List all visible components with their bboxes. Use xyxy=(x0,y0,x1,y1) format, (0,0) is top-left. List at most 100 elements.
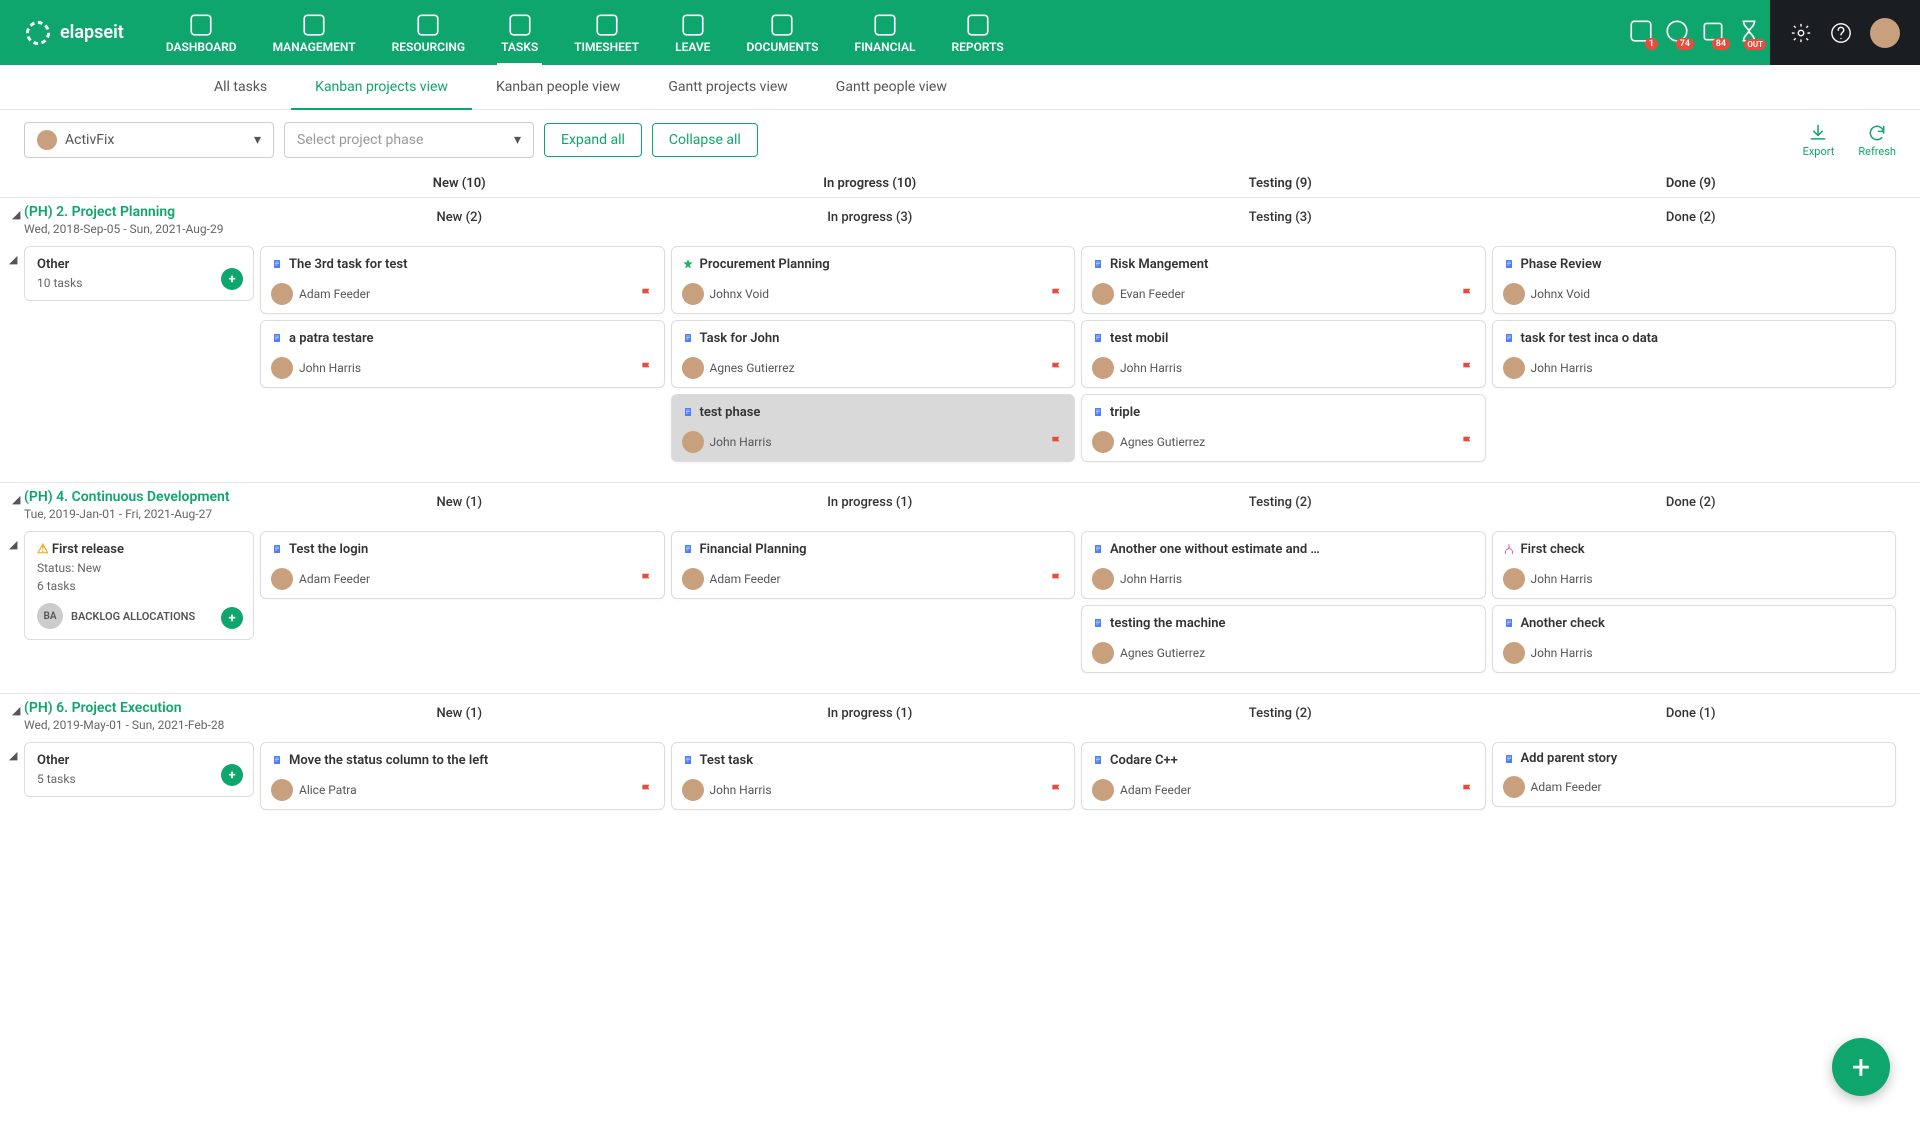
side-sub: 6 tasks xyxy=(37,579,241,593)
nav-icon xyxy=(301,12,327,38)
collapse-toggle[interactable]: ◢ xyxy=(12,493,20,506)
doc-icon xyxy=(1503,332,1515,344)
task-card[interactable]: task for test inca o dataJohn Harris xyxy=(1492,320,1897,388)
task-card[interactable]: tripleAgnes Gutierrez xyxy=(1081,394,1486,462)
nav-management[interactable]: MANAGEMENT xyxy=(255,0,374,65)
task-card[interactable]: Test the loginAdam Feeder xyxy=(260,531,665,599)
collapse-all-button[interactable]: Collapse all xyxy=(652,123,758,157)
task-card[interactable]: testing the machineAgnes Gutierrez xyxy=(1081,605,1486,673)
task-card[interactable]: Codare C++Adam Feeder xyxy=(1081,742,1486,810)
column: Test taskJohn Harris xyxy=(671,742,1076,810)
flag-icon xyxy=(1461,435,1475,449)
assignee-avatar xyxy=(682,431,704,453)
status-icon-3[interactable]: 84 xyxy=(1700,18,1726,48)
doc-icon xyxy=(1092,543,1104,555)
doc-icon xyxy=(1092,406,1104,418)
nav-resourcing[interactable]: RESOURCING xyxy=(374,0,483,65)
collapse-toggle[interactable]: ◢ xyxy=(12,208,20,221)
collapse-toggle[interactable]: ◢ xyxy=(12,704,20,717)
task-card[interactable]: Financial PlanningAdam Feeder xyxy=(671,531,1076,599)
task-card[interactable]: First checkJohn Harris xyxy=(1492,531,1897,599)
task-card[interactable]: Phase ReviewJohnx Void xyxy=(1492,246,1897,314)
task-card[interactable]: a patra testareJohn Harris xyxy=(260,320,665,388)
priority-icon xyxy=(640,255,654,269)
assignee-avatar xyxy=(1503,776,1525,798)
column: The 3rd task for testAdam Feedera patra … xyxy=(260,246,665,388)
side-card[interactable]: ◢Other5 tasks+ xyxy=(24,742,254,797)
task-title: Task for John xyxy=(700,331,780,346)
task-card[interactable]: Add parent storyAdam Feeder xyxy=(1492,742,1897,807)
export-button[interactable]: Export xyxy=(1803,123,1835,158)
assignee-avatar xyxy=(1503,357,1525,379)
assignee-avatar xyxy=(682,568,704,590)
side-card[interactable]: ◢Other10 tasks+ xyxy=(24,246,254,301)
phase-dates: Tue, 2019-Jan-01 - Fri, 2021-Aug-27 xyxy=(24,507,254,521)
project-avatar-icon xyxy=(37,130,57,150)
nav-icon xyxy=(769,12,795,38)
nav-financial[interactable]: FINANCIAL xyxy=(836,0,933,65)
phase-title[interactable]: (PH) 4. Continuous Development xyxy=(24,489,254,505)
refresh-button[interactable]: Refresh xyxy=(1858,123,1896,158)
column: Risk MangementEvan Feedertest mobilJohn … xyxy=(1081,246,1486,462)
task-card[interactable]: The 3rd task for testAdam Feeder xyxy=(260,246,665,314)
collapse-toggle[interactable]: ◢ xyxy=(9,253,17,266)
subnav-gantt-projects-view[interactable]: Gantt projects view xyxy=(644,65,811,109)
user-avatar[interactable] xyxy=(1870,18,1900,48)
phase-title[interactable]: (PH) 2. Project Planning xyxy=(24,204,254,220)
priority-icon xyxy=(1871,255,1885,269)
project-select[interactable]: ActivFix ▾ xyxy=(24,122,274,158)
side-card[interactable]: ◢⚠ First releaseStatus: New6 tasksBABACK… xyxy=(24,531,254,640)
subnav-gantt-people-view[interactable]: Gantt people view xyxy=(812,65,971,109)
task-card[interactable]: test mobilJohn Harris xyxy=(1081,320,1486,388)
task-card[interactable]: Move the status column to the leftAlice … xyxy=(260,742,665,810)
subnav-kanban-people-view[interactable]: Kanban people view xyxy=(472,65,644,109)
flag-icon xyxy=(1050,783,1064,797)
task-card[interactable]: Risk MangementEvan Feeder xyxy=(1081,246,1486,314)
nav-reports[interactable]: REPORTS xyxy=(934,0,1022,65)
side-title: ⚠ First release xyxy=(37,542,241,557)
task-card[interactable]: Another one without estimate and …John H… xyxy=(1081,531,1486,599)
task-card[interactable]: Another checkJohn Harris xyxy=(1492,605,1897,673)
task-title: test mobil xyxy=(1110,331,1168,346)
subnav-all-tasks[interactable]: All tasks xyxy=(190,65,291,109)
add-task-button[interactable]: + xyxy=(221,607,243,629)
column-headers: New (10)In progress (10)Testing (9)Done … xyxy=(0,170,1920,197)
help-icon[interactable] xyxy=(1830,22,1852,44)
add-task-button[interactable]: + xyxy=(221,764,243,786)
column-header: Done (9) xyxy=(1486,176,1897,191)
task-card[interactable]: Task for JohnAgnes Gutierrez xyxy=(671,320,1076,388)
expand-all-button[interactable]: Expand all xyxy=(544,123,642,157)
priority-icon xyxy=(1050,329,1064,343)
phase-column-count: In progress (1) xyxy=(665,489,1076,510)
assignee-name: John Harris xyxy=(1531,572,1593,586)
nav-tasks[interactable]: TASKS xyxy=(483,0,556,65)
nav-dashboard[interactable]: DASHBOARD xyxy=(148,0,255,65)
priority-icon xyxy=(1461,329,1475,343)
phase-select[interactable]: Select project phase ▾ xyxy=(284,122,534,158)
task-card[interactable]: Test taskJohn Harris xyxy=(671,742,1076,810)
nav-icon xyxy=(594,12,620,38)
phase-title[interactable]: (PH) 6. Project Execution xyxy=(24,700,254,716)
collapse-toggle[interactable]: ◢ xyxy=(9,749,17,762)
add-task-button[interactable]: + xyxy=(221,268,243,290)
assignee-name: John Harris xyxy=(1531,646,1593,660)
gear-icon[interactable] xyxy=(1790,22,1812,44)
status-icon-2[interactable]: 74 xyxy=(1664,18,1690,48)
brand-logo[interactable]: elapseit xyxy=(0,0,148,65)
collapse-toggle[interactable]: ◢ xyxy=(9,538,17,551)
task-card[interactable]: test phaseJohn Harris xyxy=(671,394,1076,462)
doc-icon xyxy=(682,754,694,766)
nav-timesheet[interactable]: TIMESHEET xyxy=(556,0,657,65)
nav-documents[interactable]: DOCUMENTS xyxy=(728,0,836,65)
subnav-kanban-projects-view[interactable]: Kanban projects view xyxy=(291,65,472,109)
status-icon-4[interactable]: OUT xyxy=(1736,18,1762,48)
star-icon xyxy=(682,258,694,270)
nav-leave[interactable]: LEAVE xyxy=(657,0,728,65)
task-title: Test task xyxy=(700,753,754,768)
add-fab[interactable]: + xyxy=(1832,1038,1890,1096)
task-card[interactable]: Procurement PlanningJohnx Void xyxy=(671,246,1076,314)
priority-icon xyxy=(1050,403,1064,417)
priority-icon xyxy=(229,542,243,556)
status-icon-1[interactable]: 1 xyxy=(1628,18,1654,48)
assignee-avatar xyxy=(682,779,704,801)
